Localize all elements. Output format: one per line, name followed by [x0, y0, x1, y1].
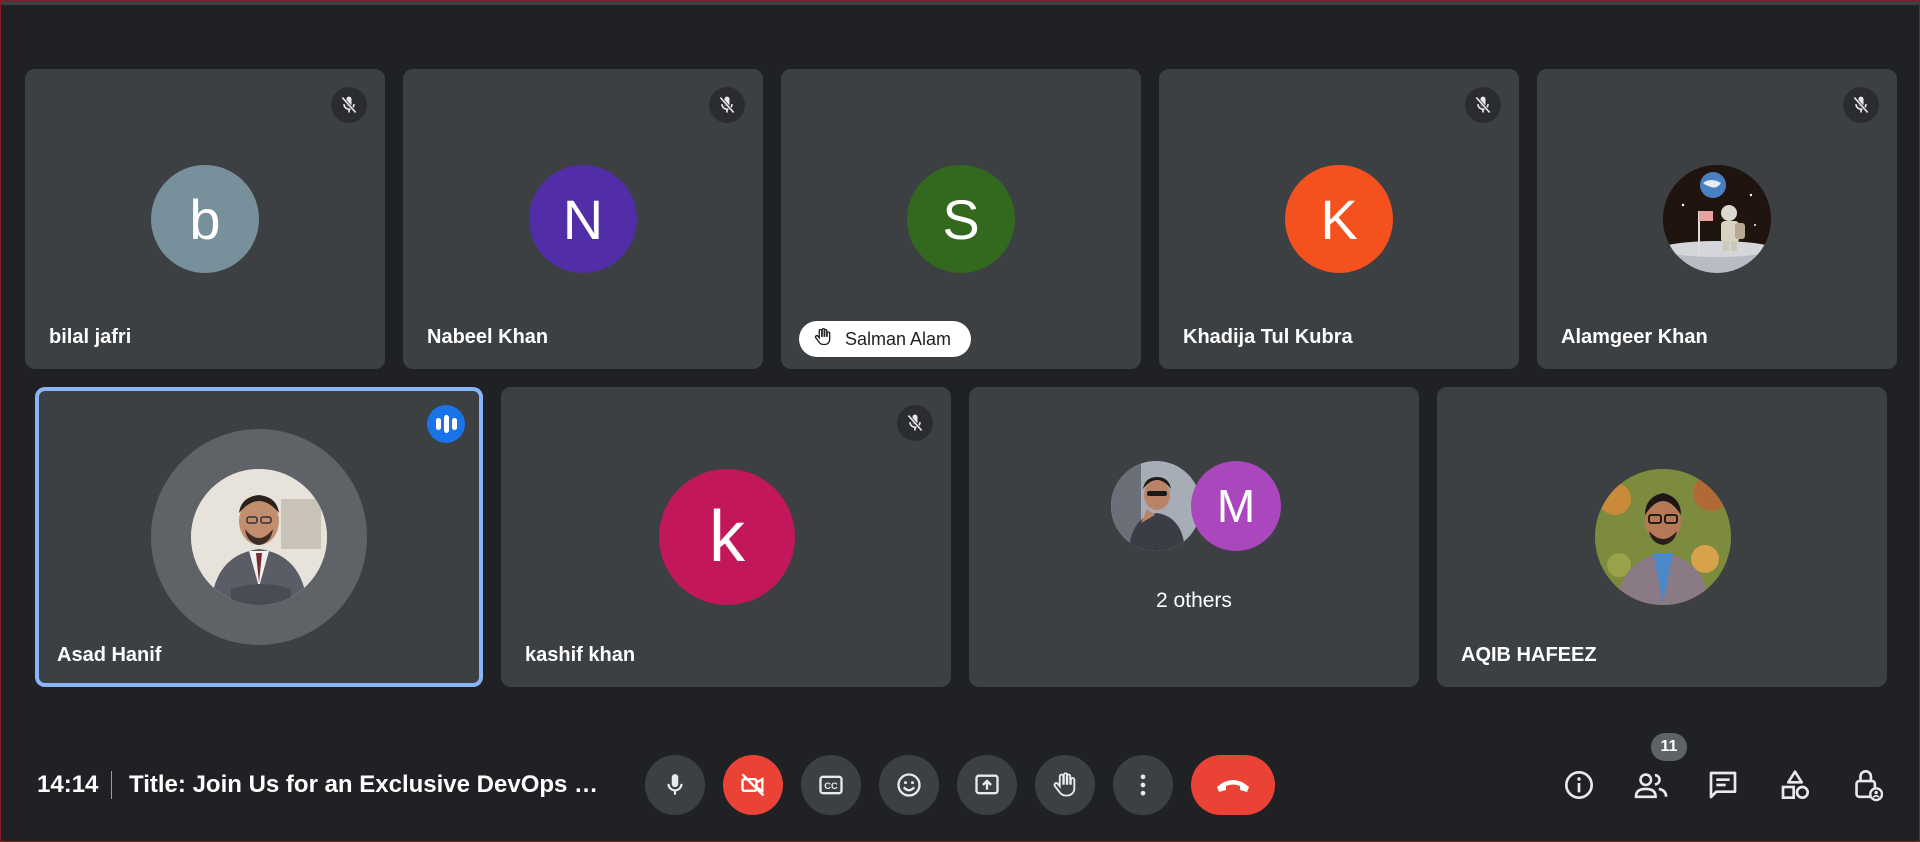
avatar-initial: K: [1320, 187, 1358, 251]
participant-tile-alamgeer[interactable]: Alamgeer Khan: [1537, 69, 1897, 369]
more-options-icon: [1140, 774, 1146, 796]
mic-off-icon: [897, 405, 933, 441]
participant-tile-khadija[interactable]: K Khadija Tul Kubra: [1159, 69, 1519, 369]
participant-tile-bilal[interactable]: b bilal jafri: [25, 69, 385, 369]
divider: [111, 771, 112, 799]
captions-icon: CC: [819, 775, 843, 795]
emoji-icon: [897, 773, 921, 797]
people-count-badge: 11: [1651, 733, 1687, 761]
people-button[interactable]: [1627, 761, 1675, 809]
participant-name: Salman Alam: [845, 328, 952, 349]
participant-tile-aqib[interactable]: AQIB HAFEEZ: [1437, 387, 1887, 687]
avatar-initial: M: [1216, 480, 1256, 532]
present-button[interactable]: [957, 755, 1017, 815]
activities-button[interactable]: [1771, 761, 1819, 809]
more-options-button[interactable]: [1113, 755, 1173, 815]
camera-off-icon: [741, 773, 765, 797]
participant-name: kashif khan: [525, 644, 636, 666]
participant-name: Asad Hanif: [57, 644, 162, 666]
avatar: M: [1191, 461, 1281, 551]
svg-text:CC: CC: [824, 781, 838, 791]
meeting-info-button[interactable]: [1555, 761, 1603, 809]
avatar: S: [907, 165, 1015, 273]
participant-tile-asad[interactable]: Asad Hanif: [35, 387, 483, 687]
avatar: K: [1285, 165, 1393, 273]
participant-name: AQIB HAFEEZ: [1461, 644, 1597, 666]
info-icon: [1565, 771, 1593, 799]
camera-button[interactable]: [723, 755, 783, 815]
astronaut-avatar: [1663, 165, 1771, 273]
profile-photo-avatar: [1595, 469, 1731, 605]
raise-hand-icon: [1053, 772, 1076, 797]
profile-photo-avatar: [191, 469, 327, 605]
participant-name: Alamgeer Khan: [1561, 326, 1708, 348]
participant-tile-kashif[interactable]: k kashif khan: [501, 387, 951, 687]
participant-name: bilal jafri: [49, 326, 132, 348]
participant-tile-nabeel[interactable]: N Nabeel Khan: [403, 69, 763, 369]
participant-name: Khadija Tul Kubra: [1183, 326, 1353, 348]
captions-button[interactable]: CC: [801, 755, 861, 815]
avatar: k: [659, 469, 795, 605]
avatar-initial: k: [709, 497, 745, 577]
raised-hand-badge: Salman Alam: [799, 321, 972, 357]
profile-photo-avatar: [1111, 461, 1201, 551]
mic-icon: [667, 774, 683, 795]
host-controls-icon: [1855, 770, 1883, 802]
avatar: N: [529, 165, 637, 273]
people-icon: [1634, 773, 1668, 799]
participant-tile-others[interactable]: M 2 others: [969, 387, 1419, 687]
reactions-button[interactable]: [879, 755, 939, 815]
meeting-controls-bar: 14:14 Title: Join Us for an Exclusive De…: [1, 721, 1919, 841]
raise-hand-button[interactable]: [1035, 755, 1095, 815]
avatar-initial: N: [562, 187, 604, 251]
host-controls-button[interactable]: [1843, 761, 1891, 809]
leave-call-button[interactable]: [1191, 755, 1275, 815]
present-icon: [975, 774, 999, 795]
avatar: b: [151, 165, 259, 273]
mic-button[interactable]: [645, 755, 705, 815]
end-call-icon: [1217, 780, 1249, 792]
meeting-title: Title: Join Us for an Exclusive DevOps D…: [129, 771, 609, 798]
mic-off-icon: [709, 87, 745, 123]
avatar-initial: b: [189, 187, 221, 251]
avatar-initial: S: [942, 187, 980, 251]
chat-button[interactable]: [1699, 761, 1747, 809]
mic-off-icon: [1465, 87, 1501, 123]
mic-off-icon: [1843, 87, 1879, 123]
raise-hand-icon: [813, 326, 833, 353]
meeting-clock: 14:14: [37, 771, 99, 798]
speaking-indicator-icon: [427, 405, 465, 443]
mic-off-icon: [331, 87, 367, 123]
participant-tile-salman[interactable]: S Salman Alam: [781, 69, 1141, 369]
participant-name: Nabeel Khan: [427, 326, 549, 348]
others-count-label: 2 others: [1156, 589, 1232, 612]
chat-icon: [1709, 771, 1737, 799]
activities-icon: [1781, 770, 1809, 799]
window-top-edge: [1, 1, 1920, 5]
